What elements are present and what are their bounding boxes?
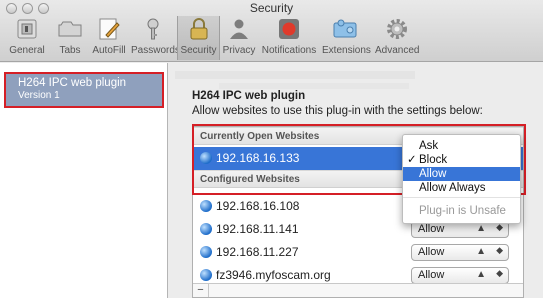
gear-icon xyxy=(384,16,410,42)
window-title: Security xyxy=(249,1,294,15)
toolbar-tabs[interactable]: Tabs xyxy=(54,16,86,60)
menu-item-allow[interactable]: Allow xyxy=(403,167,520,181)
plugin-list: H264 IPC web plugin Version 1 xyxy=(0,63,168,298)
globe-icon xyxy=(200,246,212,258)
plugin-settings-description: Allow websites to use this plug-in with … xyxy=(192,105,483,117)
key-icon xyxy=(140,16,166,42)
globe-icon xyxy=(200,269,212,281)
toolbar-general[interactable]: General xyxy=(7,16,47,60)
chevron-updown-icon: ◆ xyxy=(496,268,503,278)
menu-item-block[interactable]: ✓ Block xyxy=(403,153,520,167)
warning-icon: ▲ xyxy=(476,246,486,257)
menu-item-ask[interactable]: Ask xyxy=(403,139,520,153)
general-switch-icon xyxy=(14,16,40,42)
background-sheet-text xyxy=(219,83,409,89)
window-toolbar: Security General Tabs AutoFill Passwords… xyxy=(0,0,543,62)
privacy-silhouette-icon xyxy=(226,16,252,42)
remove-website-button[interactable]: − xyxy=(193,284,209,297)
globe-icon xyxy=(200,200,212,212)
setting-dropdown-menu: Ask ✓ Block Allow Allow Always Plug-in i… xyxy=(402,134,521,224)
menu-separator xyxy=(403,197,520,198)
globe-icon xyxy=(200,152,212,164)
checkmark-icon: ✓ xyxy=(407,154,417,166)
warning-icon: ▲ xyxy=(476,223,486,234)
tabs-icon xyxy=(57,16,83,42)
toolbar-privacy[interactable]: Privacy xyxy=(221,16,257,60)
table-footer: − xyxy=(193,283,523,297)
toolbar-autofill[interactable]: AutoFill xyxy=(90,16,128,60)
background-sheet-text xyxy=(175,71,415,79)
toolbar-passwords[interactable]: Passwords xyxy=(131,16,180,60)
autofill-pencil-icon xyxy=(96,16,122,42)
plugin-settings-title: H264 IPC web plugin xyxy=(192,90,306,102)
site-setting-popup[interactable]: Allow ▲ ◆ xyxy=(411,267,509,284)
table-row[interactable]: 192.168.11.227 Allow ▲ ◆ xyxy=(193,241,523,264)
globe-icon xyxy=(200,223,212,235)
toolbar-advanced[interactable]: Advanced xyxy=(375,16,419,60)
toolbar-extensions[interactable]: Extensions xyxy=(322,16,371,60)
plugin-name: H264 IPC web plugin xyxy=(18,77,127,89)
toolbar-security[interactable]: Security xyxy=(177,16,220,60)
warning-icon: ▲ xyxy=(476,269,486,280)
lock-icon xyxy=(186,16,212,42)
extensions-puzzle-icon xyxy=(332,16,358,42)
menu-item-allow-always[interactable]: Allow Always xyxy=(403,181,520,195)
notifications-icon xyxy=(276,16,302,42)
site-setting-popup[interactable]: Allow ▲ ◆ xyxy=(411,244,509,261)
menu-item-plugin-unsafe[interactable]: Plug-in is Unsafe xyxy=(403,204,520,218)
plugin-list-item[interactable]: H264 IPC web plugin Version 1 xyxy=(4,72,164,108)
chevron-updown-icon: ◆ xyxy=(496,245,503,255)
toolbar-notifications[interactable]: Notifications xyxy=(260,16,318,60)
plugin-version: Version 1 xyxy=(18,90,60,101)
